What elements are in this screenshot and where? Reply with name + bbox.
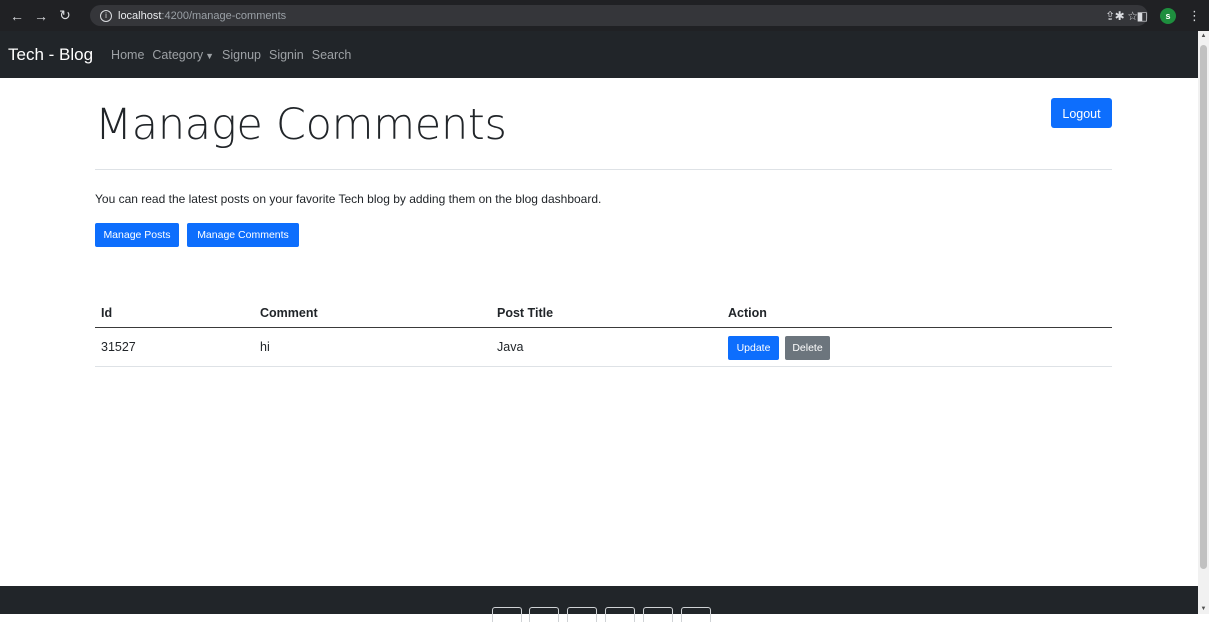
browser-toolbar: ← → ↻ i localhost:4200/manage-comments ⇪… — [0, 0, 1209, 31]
social-icon-3[interactable] — [567, 607, 597, 622]
page-description: You can read the latest posts on your fa… — [95, 192, 602, 206]
title-divider — [95, 169, 1112, 170]
social-icon-2[interactable] — [529, 607, 559, 622]
nav-link-category-label: Category — [152, 47, 204, 62]
page-footer — [0, 586, 1198, 614]
brand-logo[interactable]: Tech - Blog — [8, 45, 93, 65]
url-path: :4200/manage-comments — [161, 9, 287, 22]
site-navbar: Tech - Blog Home Category ▼ Signup Signin… — [0, 31, 1198, 78]
table-row-divider — [95, 366, 1112, 367]
extensions-puzzle-icon[interactable]: ✱ — [1115, 9, 1125, 23]
cell-post-title: Java — [497, 340, 524, 354]
manage-comments-button[interactable]: Manage Comments — [187, 223, 299, 247]
url-host: localhost — [118, 9, 162, 22]
nav-link-home[interactable]: Home — [111, 48, 144, 62]
table-header-divider — [95, 327, 1112, 328]
scrollbar-thumb[interactable] — [1200, 45, 1207, 569]
delete-button[interactable]: Delete — [785, 336, 830, 360]
forward-arrow-icon[interactable]: → — [30, 8, 52, 24]
column-header-post-title: Post Title — [497, 306, 554, 320]
url-text[interactable]: localhost:4200/manage-comments — [118, 10, 286, 22]
nav-link-search[interactable]: Search — [312, 48, 352, 62]
profile-avatar[interactable]: s — [1160, 7, 1176, 24]
side-panel-icon[interactable]: ◧ — [1137, 9, 1148, 23]
nav-link-signup[interactable]: Signup — [222, 48, 261, 62]
chrome-menu-icon[interactable]: ⋮ — [1188, 8, 1201, 24]
address-bar[interactable]: i localhost:4200/manage-comments ⇪ ☆ — [90, 5, 1148, 26]
social-icon-6[interactable] — [681, 607, 711, 622]
site-info-icon[interactable]: i — [100, 9, 112, 22]
logout-button[interactable]: Logout — [1051, 98, 1112, 128]
social-icon-1[interactable] — [492, 607, 522, 622]
caret-down-icon: ▼ — [205, 50, 215, 61]
social-icon-4[interactable] — [605, 607, 635, 622]
scroll-up-icon[interactable]: ▲ — [1198, 33, 1209, 39]
column-header-action: Action — [728, 306, 767, 320]
cell-id: 31527 — [101, 340, 136, 354]
social-icon-5[interactable] — [643, 607, 673, 622]
column-header-id: Id — [101, 306, 113, 320]
scroll-down-icon[interactable]: ▼ — [1198, 606, 1209, 612]
nav-link-category[interactable]: Category ▼ — [152, 48, 214, 62]
cell-comment: hi — [260, 340, 270, 354]
page-title: Manage Comments — [95, 100, 507, 150]
back-arrow-icon[interactable]: ← — [6, 8, 28, 24]
page-scrollbar[interactable]: ▲ ▼ — [1198, 31, 1209, 614]
manage-posts-button[interactable]: Manage Posts — [95, 223, 179, 247]
column-header-comment: Comment — [260, 306, 318, 320]
reload-icon[interactable]: ↻ — [54, 7, 76, 24]
nav-link-signin[interactable]: Signin — [269, 48, 304, 62]
update-button[interactable]: Update — [728, 336, 779, 360]
